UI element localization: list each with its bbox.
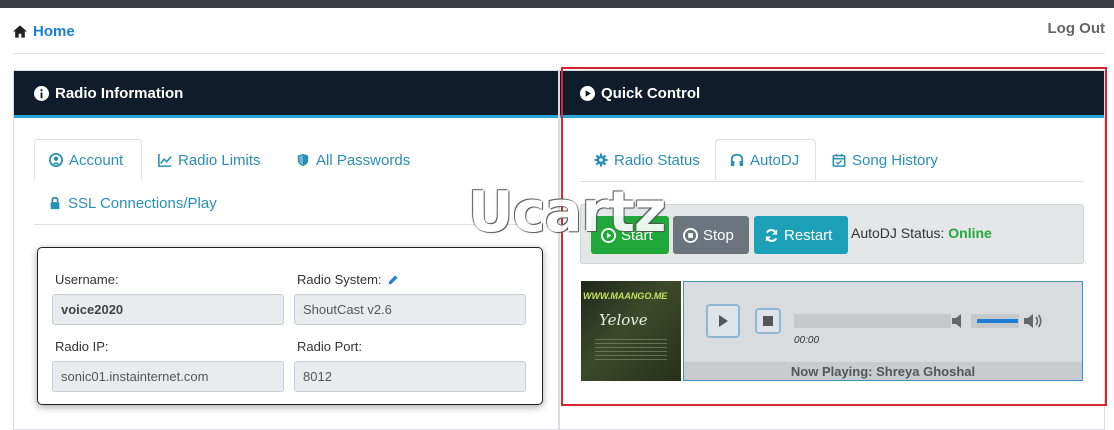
volume-mute-icon[interactable] bbox=[952, 313, 966, 329]
tab-radio-status[interactable]: Radio Status bbox=[580, 139, 714, 181]
tab-ssl-connections[interactable]: SSL Connections/Play bbox=[34, 182, 231, 224]
home-icon bbox=[13, 25, 27, 38]
line-chart-icon bbox=[158, 153, 172, 167]
radio-information-header: Radio Information bbox=[14, 71, 558, 118]
restart-button[interactable]: Restart bbox=[754, 216, 848, 254]
account-tabs: Account Radio Limits All Passwords SSL C… bbox=[34, 139, 538, 225]
home-label: Home bbox=[33, 23, 75, 40]
calendar-check-icon bbox=[832, 153, 846, 167]
cover-text-lines bbox=[595, 339, 667, 361]
radio-ip-field[interactable]: sonic01.instainternet.com bbox=[52, 361, 284, 392]
radio-system-field[interactable]: ShoutCast v2.6 bbox=[294, 294, 526, 325]
refresh-icon bbox=[765, 228, 778, 242]
radio-port-label: Radio Port: bbox=[297, 339, 363, 354]
username-label: Username: bbox=[55, 272, 119, 287]
cover-site-text: WWW.MAANGO.ME bbox=[583, 291, 668, 301]
play-circle-icon bbox=[580, 85, 595, 101]
tab-all-passwords[interactable]: All Passwords bbox=[282, 139, 424, 181]
quick-control-tabs: Radio Status AutoDJ Song History bbox=[580, 139, 1084, 182]
gear-icon bbox=[594, 153, 608, 167]
stop-circle-icon bbox=[683, 227, 698, 243]
radio-ip-label: Radio IP: bbox=[55, 339, 109, 354]
lock-icon bbox=[50, 196, 60, 210]
volume-up-icon[interactable] bbox=[1024, 313, 1044, 329]
stop-icon bbox=[763, 316, 773, 326]
now-playing: Now Playing: Shreya Ghoshal bbox=[684, 362, 1082, 380]
elapsed-time: 00:00 bbox=[794, 335, 820, 346]
play-button[interactable] bbox=[706, 304, 740, 338]
album-cover: WWW.MAANGO.ME Yelove bbox=[581, 281, 681, 381]
logout-link[interactable]: Log Out bbox=[1048, 20, 1105, 37]
header-divider bbox=[13, 53, 1105, 54]
info-circle-icon bbox=[34, 85, 49, 101]
tab-autodj[interactable]: AutoDJ bbox=[715, 139, 816, 181]
home-link[interactable]: Home bbox=[13, 23, 75, 40]
autodj-status: AutoDJ Status: Online bbox=[851, 225, 992, 241]
ucartz-watermark: Ucartz bbox=[468, 180, 666, 245]
volume-level bbox=[977, 319, 1018, 323]
panel-title: Quick Control bbox=[601, 84, 701, 102]
audio-player: 00:00 Now Playing: Shreya Ghoshal bbox=[683, 281, 1083, 381]
top-bar bbox=[0, 0, 1114, 8]
stop-button[interactable]: Stop bbox=[673, 216, 749, 254]
progress-track[interactable] bbox=[794, 314, 951, 328]
pencil-icon[interactable] bbox=[387, 274, 399, 286]
status-online-badge: Online bbox=[948, 225, 992, 241]
user-circle-icon bbox=[49, 153, 63, 167]
account-details-card: Username: voice2020 Radio System: ShoutC… bbox=[37, 247, 543, 405]
tab-radio-limits[interactable]: Radio Limits bbox=[144, 139, 275, 181]
radio-port-field[interactable]: 8012 bbox=[294, 361, 526, 392]
tab-account[interactable]: Account bbox=[34, 139, 142, 181]
shield-icon bbox=[297, 153, 309, 167]
cover-logo-text: Yelove bbox=[599, 311, 648, 329]
radio-information-panel: Radio Information Account Radio Limits A… bbox=[13, 70, 559, 430]
player-stop-button[interactable] bbox=[755, 308, 781, 334]
panel-title: Radio Information bbox=[55, 84, 184, 102]
radio-system-label: Radio System: bbox=[297, 272, 399, 287]
quick-control-header: Quick Control bbox=[560, 71, 1104, 118]
play-icon bbox=[719, 315, 728, 327]
username-field[interactable]: voice2020 bbox=[52, 294, 284, 325]
headphones-icon bbox=[730, 153, 744, 167]
tab-song-history[interactable]: Song History bbox=[818, 139, 952, 181]
